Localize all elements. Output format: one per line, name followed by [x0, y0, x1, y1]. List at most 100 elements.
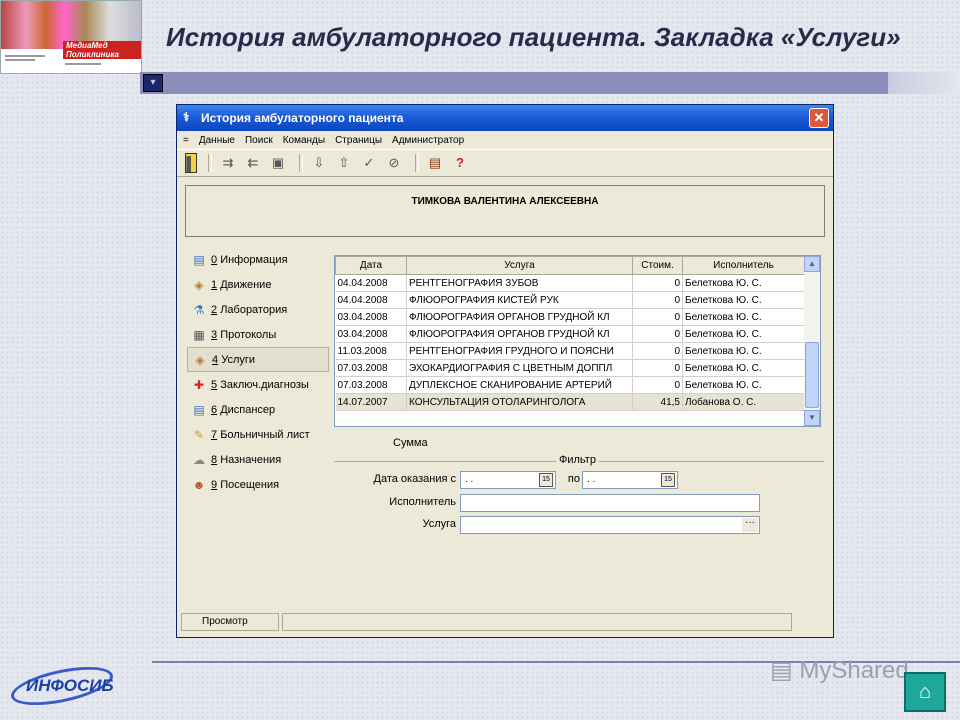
- home-icon[interactable]: ⌂: [904, 672, 946, 712]
- cell-date: 04.04.2008: [335, 291, 407, 309]
- slide-corner-icon: ▾: [143, 74, 163, 92]
- nav-item-protocols[interactable]: ▦ 3 Протоколы: [187, 322, 329, 347]
- cell-cost: 0: [632, 325, 683, 343]
- patient-name: ТИМКОВА ВАЛЕНТИНА АЛЕКСЕЕВНА: [185, 185, 825, 237]
- scroll-thumb[interactable]: [805, 342, 819, 408]
- cell-service: КОНСУЛЬТАЦИЯ ОТОЛАРИНГОЛОГА: [406, 393, 633, 411]
- nav-item-dispensary[interactable]: ▤ 6 Диспансер: [187, 397, 329, 422]
- slide-title: История амбулаторного пациента. Закладка…: [166, 22, 901, 52]
- close-button[interactable]: ✕: [809, 108, 829, 128]
- cell-service: РЕНТГЕНОГРАФИЯ ГРУДНОГО И ПОЯСНИ: [406, 342, 633, 360]
- arrow-down-icon[interactable]: ⇩: [309, 153, 329, 173]
- date-from-input[interactable]: . . 15: [460, 471, 556, 489]
- cell-date: 07.03.2008: [335, 359, 407, 377]
- menu-admin[interactable]: Администратор: [392, 135, 464, 146]
- save-icon[interactable]: ▣: [268, 153, 288, 173]
- table-scrollbar[interactable]: ▲ ▼: [804, 256, 820, 426]
- cell-executor: Белеткова Ю. С.: [682, 325, 805, 343]
- cell-date: 03.04.2008: [335, 308, 407, 326]
- table-row-selected[interactable]: 14.07.2007 КОНСУЛЬТАЦИЯ ОТОЛАРИНГОЛОГА 41,…: [335, 393, 805, 411]
- slide-thumbnail: МедиаМед Поликлиника: [0, 0, 142, 74]
- presentation-icon: ▤: [770, 657, 793, 684]
- date-to-input[interactable]: . . 15: [582, 471, 678, 489]
- column-header-service[interactable]: Услуга: [406, 256, 633, 275]
- cell-cost: 0: [632, 376, 683, 394]
- table-row[interactable]: 03.04.2008 ФЛЮОРОГРАФИЯ ОРГАНОВ ГРУДНОЙ К…: [335, 325, 805, 343]
- nav-item-sick-leave[interactable]: ✎ 7 Больничный лист: [187, 422, 329, 447]
- prescriptions-icon: ☁: [193, 452, 205, 467]
- cell-cost: 0: [632, 308, 683, 326]
- calendar-icon[interactable]: 15: [539, 473, 553, 487]
- table-row[interactable]: 07.03.2008 ЭХОКАРДИОГРАФИЯ С ЦВЕТНЫМ ДОПП…: [335, 359, 805, 377]
- check-icon[interactable]: ✓: [359, 153, 379, 173]
- help-icon[interactable]: ?: [450, 153, 470, 173]
- nav-item-visits[interactable]: ☻ 9 Посещения: [187, 472, 329, 497]
- menu-system[interactable]: =: [183, 135, 189, 146]
- table-row[interactable]: 04.04.2008 ФЛЮОРОГРАФИЯ КИСТЕЙ РУК 0 Белетк…: [335, 291, 805, 309]
- delete-record-icon[interactable]: ⇇: [243, 153, 263, 173]
- nav-item-services[interactable]: ◈ 4 Услуги: [187, 347, 329, 372]
- cell-date: 11.03.2008: [335, 342, 407, 360]
- arrow-up-icon[interactable]: ⇧: [334, 153, 354, 173]
- status-mode: Просмотр: [181, 613, 279, 631]
- cell-executor: Белеткова Ю. С.: [682, 308, 805, 326]
- title-underline-bar: [140, 72, 888, 94]
- info-icon: ▤: [193, 252, 205, 267]
- cancel-icon[interactable]: ⊘: [384, 153, 404, 173]
- nav-item-lab[interactable]: ⚗ 2 Лаборатория: [187, 297, 329, 322]
- dispensary-icon: ▤: [193, 402, 205, 417]
- cell-service: ФЛЮОРОГРАФИЯ ОРГАНОВ ГРУДНОЙ КЛ: [406, 325, 633, 343]
- table-row[interactable]: 03.04.2008 ФЛЮОРОГРАФИЯ ОРГАНОВ ГРУДНОЙ К…: [335, 308, 805, 326]
- cell-service: ДУПЛЕКСНОЕ СКАНИРОВАНИЕ АРТЕРИЙ: [406, 376, 633, 394]
- main-panel: ТИМКОВА ВАЛЕНТИНА АЛЕКСЕЕВНА ▤ 0 Информац…: [181, 181, 829, 609]
- app-window: ⚕ История амбулаторного пациента ✕ = Дан…: [176, 104, 834, 638]
- menu-search[interactable]: Поиск: [245, 135, 273, 146]
- cell-service: ФЛЮОРОГРАФИЯ КИСТЕЙ РУК: [406, 291, 633, 309]
- nav-item-movement[interactable]: ◈ 1 Движение: [187, 272, 329, 297]
- nav-item-info[interactable]: ▤ 0 Информация: [187, 247, 329, 272]
- exit-icon[interactable]: ▌: [185, 153, 197, 173]
- infosib-logo: ИНФОСИБ: [7, 659, 117, 713]
- column-header-cost[interactable]: Стоим.: [632, 256, 683, 275]
- cell-date: 03.04.2008: [335, 325, 407, 343]
- cell-service: ФЛЮОРОГРАФИЯ ОРГАНОВ ГРУДНОЙ КЛ: [406, 308, 633, 326]
- toolbar-separator: [208, 154, 212, 172]
- scroll-up-icon[interactable]: ▲: [804, 256, 820, 272]
- cell-cost: 0: [632, 342, 683, 360]
- toolbar: ▌ ⇉ ⇇ ▣ ⇩ ⇧ ✓ ⊘ ▤ ?: [177, 149, 833, 177]
- table-row[interactable]: 11.03.2008 РЕНТГЕНОГРАФИЯ ГРУДНОГО И ПОЯС…: [335, 342, 805, 360]
- cell-service: РЕНТГЕНОГРАФИЯ ЗУБОВ: [406, 274, 633, 292]
- menu-pages[interactable]: Страницы: [335, 135, 382, 146]
- nav-item-prescriptions[interactable]: ☁ 8 Назначения: [187, 447, 329, 472]
- executor-input[interactable]: [460, 494, 760, 512]
- service-input[interactable]: ···: [460, 516, 760, 534]
- menu-data[interactable]: Данные: [199, 135, 235, 146]
- cell-service: ЭХОКАРДИОГРАФИЯ С ЦВЕТНЫМ ДОППЛ: [406, 359, 633, 377]
- column-header-date[interactable]: Дата: [335, 256, 407, 275]
- sum-label: Сумма: [393, 437, 428, 449]
- protocols-icon: ▦: [193, 327, 205, 342]
- calendar-icon[interactable]: 15: [661, 473, 675, 487]
- service-label: Услуга: [422, 518, 456, 530]
- table-row[interactable]: 04.04.2008 РЕНТГЕНОГРАФИЯ ЗУБОВ 0 Белеткова…: [335, 274, 805, 292]
- table-header: Дата Услуга Стоим. Исполнитель: [335, 256, 805, 275]
- table-row[interactable]: 07.03.2008 ДУПЛЕКСНОЕ СКАНИРОВАНИЕ АРТЕРИ…: [335, 376, 805, 394]
- scroll-down-icon[interactable]: ▼: [804, 410, 820, 426]
- filter-group: Фильтр Дата оказания с . . 15 по . . 15 …: [334, 454, 824, 541]
- cell-date: 07.03.2008: [335, 376, 407, 394]
- filter-legend: Фильтр: [556, 454, 599, 466]
- column-header-executor[interactable]: Исполнитель: [682, 256, 805, 275]
- nav-item-diagnosis[interactable]: ✚ 5 Заключ.диагнозы: [187, 372, 329, 397]
- visits-icon: ☻: [192, 477, 206, 492]
- diagnosis-icon: ✚: [193, 377, 205, 392]
- insert-record-icon[interactable]: ⇉: [218, 153, 238, 173]
- menu-commands[interactable]: Команды: [283, 135, 325, 146]
- menu-bar: = Данные Поиск Команды Страницы Админист…: [177, 131, 833, 149]
- watermark: ▤ MyShared: [770, 657, 909, 684]
- window-titlebar[interactable]: ⚕ История амбулаторного пациента ✕: [177, 105, 833, 131]
- services-table: Дата Услуга Стоим. Исполнитель 04.04.200…: [334, 255, 821, 427]
- cell-executor: Лобанова О. С.: [682, 393, 805, 411]
- ellipsis-button[interactable]: ···: [742, 518, 758, 532]
- window-title: История амбулаторного пациента: [201, 111, 404, 125]
- book-icon[interactable]: ▤: [425, 153, 445, 173]
